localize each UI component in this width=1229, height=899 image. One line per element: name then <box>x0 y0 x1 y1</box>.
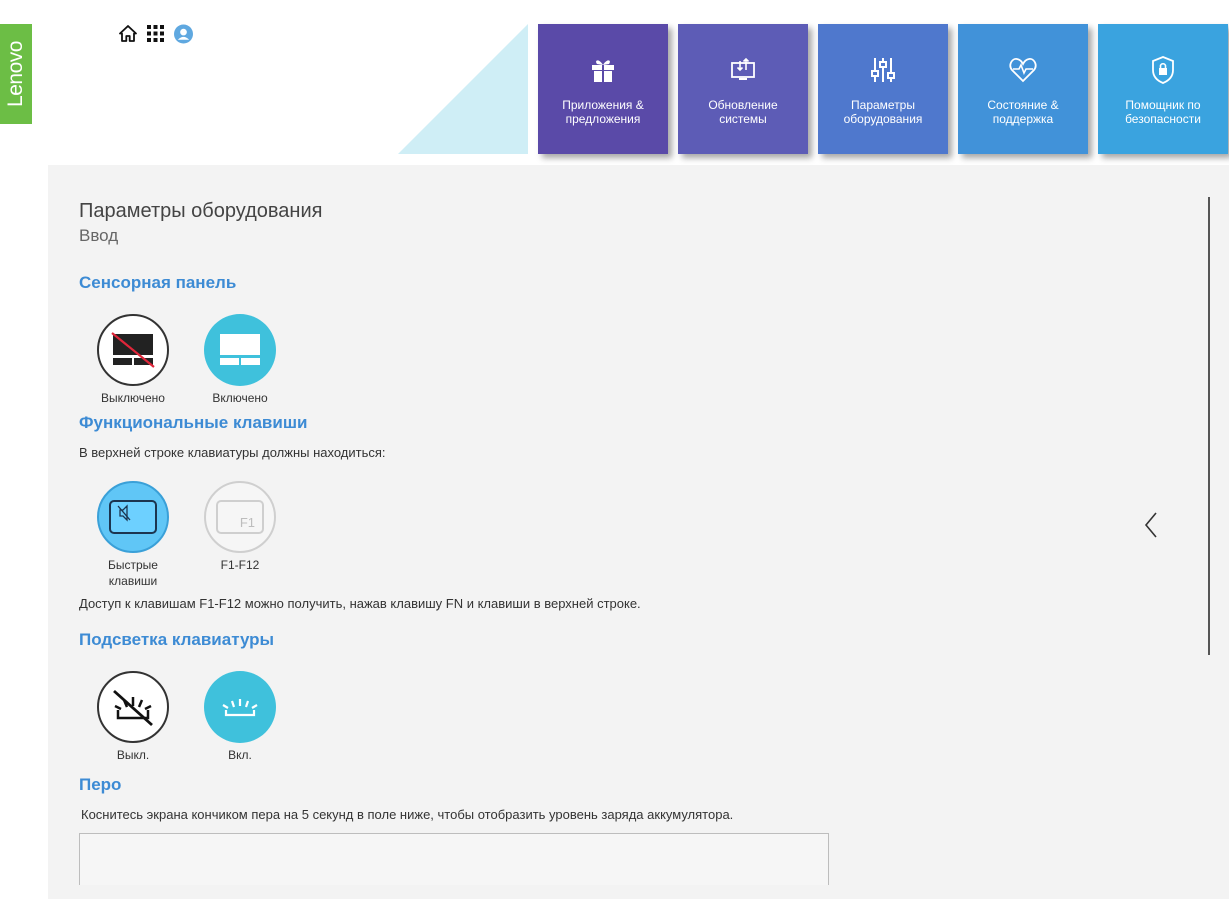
touchpad-off-label: Выключено <box>101 391 165 405</box>
account-icon[interactable] <box>174 24 193 43</box>
tile-system-update[interactable]: Обновление системы <box>678 24 808 154</box>
system-update-icon <box>730 56 756 84</box>
gift-icon <box>591 56 615 84</box>
tile-label: Обновление системы <box>708 98 778 126</box>
backlight-off-icon <box>97 671 169 743</box>
sliders-icon <box>870 56 896 84</box>
touchpad-on-icon <box>204 314 276 386</box>
page-subtitle: Ввод <box>79 226 119 245</box>
heart-pulse-icon <box>1009 56 1037 84</box>
decorative-triangle <box>398 24 528 154</box>
touchpad-section-title: Сенсорная панель <box>79 273 237 292</box>
nav-tiles: Приложения & предложения Обновление сист… <box>538 24 1228 154</box>
apps-grid-icon[interactable] <box>146 24 165 43</box>
f1-f12-label: F1-F12 <box>220 558 260 572</box>
page-title: Параметры оборудования <box>79 200 323 222</box>
backlight-on-icon <box>204 671 276 743</box>
tile-hardware-settings[interactable]: Параметры оборудования <box>818 24 948 154</box>
top-toolbar <box>118 24 193 43</box>
tile-label: Параметры оборудования <box>843 98 923 126</box>
backlight-off-label: Выкл. <box>116 748 150 762</box>
tile-label: Помощник по безопасности <box>1125 98 1201 126</box>
tile-health-support[interactable]: Состояние & поддержка <box>958 24 1088 154</box>
tile-apps-offers[interactable]: Приложения & предложения <box>538 24 668 154</box>
logo-text: Lenovo <box>4 41 27 107</box>
hotkeys-option[interactable]: Быстрые клавиши <box>88 481 178 589</box>
lenovo-logo: Lenovo <box>0 24 32 124</box>
touchpad-off-option[interactable]: Выключено <box>88 314 178 406</box>
touchpad-off-icon <box>97 314 169 386</box>
home-icon[interactable] <box>118 24 137 43</box>
vertical-scrollbar[interactable] <box>1208 197 1210 655</box>
tile-label: Приложения & предложения <box>562 98 644 126</box>
backlight-off-option[interactable]: Выкл. <box>88 671 178 763</box>
hotkeys-label: Быстрые клавиши <box>108 558 158 588</box>
pen-section-title: Перо <box>79 775 122 794</box>
backlight-section-title: Подсветка клавиатуры <box>79 630 275 649</box>
backlight-on-option[interactable]: Вкл. <box>195 671 285 763</box>
f1-f12-option[interactable]: F1 F1-F12 <box>195 481 285 573</box>
svg-text:F1: F1 <box>240 515 255 530</box>
function-keys-note: Доступ к клавишам F1-F12 можно получить,… <box>79 596 641 611</box>
touchpad-on-label: Включено <box>212 391 268 405</box>
function-keys-section-title: Функциональные клавиши <box>79 413 308 432</box>
content-panel: Параметры оборудования Ввод Сенсорная па… <box>48 165 1229 899</box>
tile-security-advisor[interactable]: Помощник по безопасности <box>1098 24 1228 154</box>
touchpad-on-option[interactable]: Включено <box>195 314 285 406</box>
collapse-panel-arrow-icon[interactable] <box>1143 511 1159 539</box>
backlight-on-label: Вкл. <box>228 748 252 762</box>
shield-lock-icon <box>1151 56 1175 84</box>
hotkey-mute-icon <box>97 481 169 553</box>
function-keys-description: В верхней строке клавиатуры должны наход… <box>79 445 386 460</box>
f1-key-icon: F1 <box>204 481 276 553</box>
pen-description: Коснитесь экрана кончиком пера на 5 секу… <box>81 807 734 822</box>
pen-battery-test-area[interactable] <box>79 833 829 885</box>
tile-label: Состояние & поддержка <box>987 98 1059 126</box>
